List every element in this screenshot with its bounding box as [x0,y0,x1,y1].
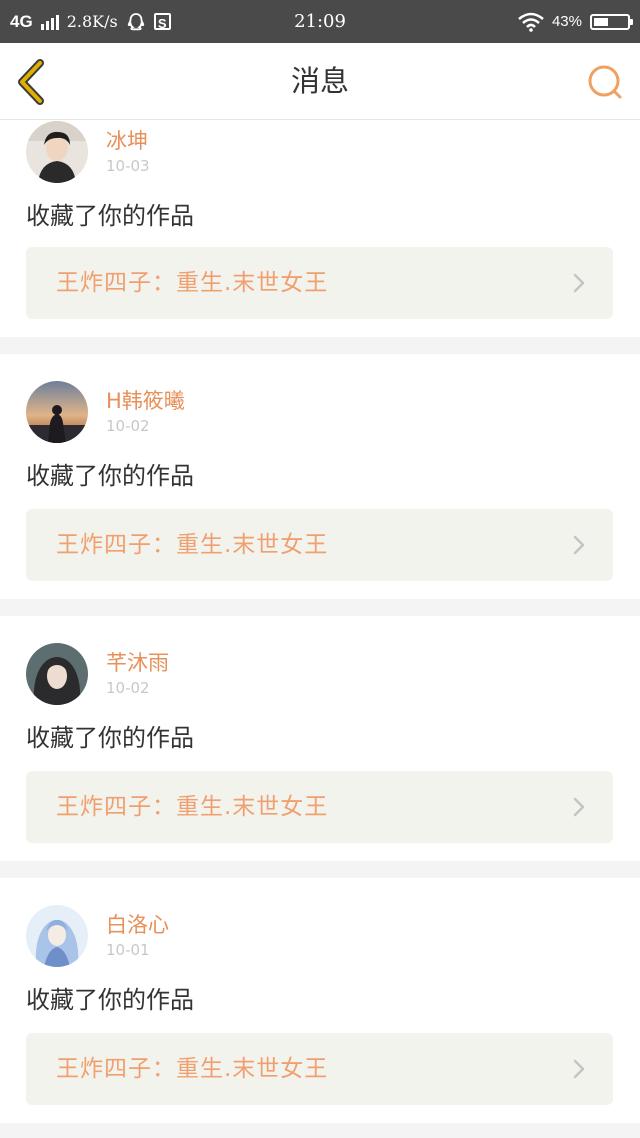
username[interactable]: 芊沐雨 [106,647,169,677]
status-left: 4G 2.8K/s S [10,0,171,43]
action-text: 收藏了你的作品 [26,202,194,230]
battery-percent: 43% [551,13,582,30]
chevron-right-icon [573,1059,585,1079]
work-title: 王炸四子：重生.末世女王 [56,794,329,820]
chevron-right-icon [573,535,585,555]
date: 10-02 [106,417,150,435]
message-item[interactable]: H韩筱曦 10-02 收藏了你的作品 王炸四子：重生.末世女王 [0,354,640,599]
header: 消息 [0,43,640,120]
date: 10-02 [106,679,150,697]
network-type: 4G [10,11,33,31]
status-bar: 4G 2.8K/s S 21:09 43% [0,0,640,43]
avatar[interactable] [26,905,88,967]
action-text: 收藏了你的作品 [26,462,194,490]
search-icon [588,65,622,99]
username[interactable]: 白洛心 [106,909,169,939]
wifi-icon [518,12,544,32]
work-title: 王炸四子：重生.末世女王 [56,532,329,558]
back-button[interactable] [14,59,54,105]
qq-icon [127,12,144,30]
work-link[interactable]: 王炸四子：重生.末世女王 [26,509,613,581]
message-item[interactable]: 白洛心 10-01 收藏了你的作品 王炸四子：重生.末世女王 [0,878,640,1123]
s-app-icon: S [153,13,171,31]
avatar[interactable] [26,381,88,443]
signal-icon [40,14,59,30]
work-title: 王炸四子：重生.末世女王 [56,270,329,296]
avatar[interactable] [26,121,88,183]
work-title: 王炸四子：重生.末世女王 [56,1056,329,1082]
page-title: 消息 [290,64,349,98]
chevron-right-icon [573,797,585,817]
avatar[interactable] [26,643,88,705]
action-text: 收藏了你的作品 [26,724,194,752]
battery-icon [590,13,633,30]
battery-fill [594,17,608,26]
chevron-right-icon [573,273,585,293]
search-button[interactable] [586,63,624,101]
username[interactable]: H韩筱曦 [106,385,185,415]
status-right: 43% [518,0,633,43]
date: 10-03 [106,157,150,175]
message-list[interactable]: 冰坤 10-03 收藏了你的作品 王炸四子：重生.末世女王 H韩筱曦 10-02… [0,120,640,1138]
action-text: 收藏了你的作品 [26,986,194,1014]
work-link[interactable]: 王炸四子：重生.末世女王 [26,1033,613,1105]
network-speed: 2.8K/s [66,12,118,31]
message-item[interactable]: 冰坤 10-03 收藏了你的作品 王炸四子：重生.末世女王 [0,120,640,337]
work-link[interactable]: 王炸四子：重生.末世女王 [26,247,613,319]
username[interactable]: 冰坤 [106,125,148,155]
work-link[interactable]: 王炸四子：重生.末世女王 [26,771,613,843]
date: 10-01 [106,941,150,959]
message-item[interactable]: 芊沐雨 10-02 收藏了你的作品 王炸四子：重生.末世女王 [0,616,640,861]
